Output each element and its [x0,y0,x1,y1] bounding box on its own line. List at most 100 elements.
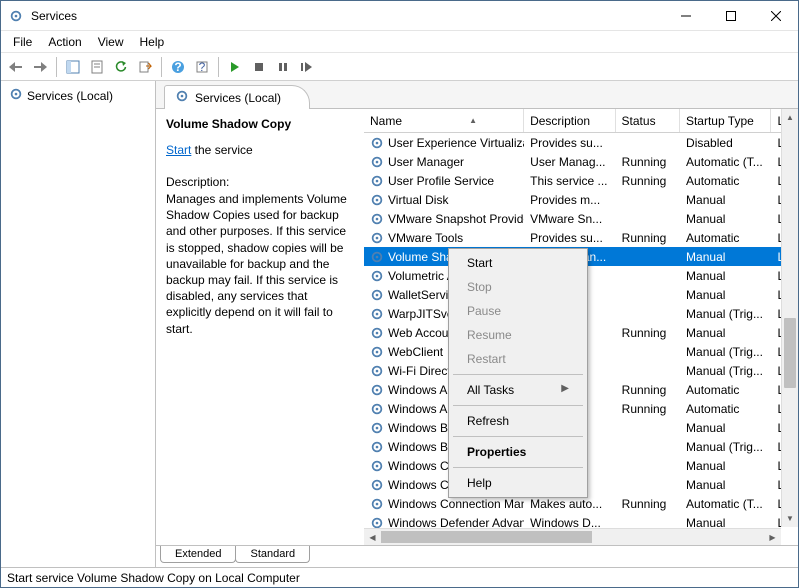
row-startup: Manual (Trig... [680,345,772,359]
row-startup: Automatic (T... [680,497,772,511]
menu-view[interactable]: View [90,33,132,51]
row-name: Virtual Disk [388,193,448,207]
properties-button[interactable] [86,56,108,78]
row-desc: Makes auto... [524,497,616,511]
restart-service-button[interactable] [296,56,318,78]
ctx-all-tasks[interactable]: All Tasks▶ [451,378,585,402]
minimize-button[interactable] [663,1,708,30]
row-desc: VMware Sn... [524,212,616,226]
row-status: Running [616,326,680,340]
row-name: VMware Tools [388,231,463,245]
row-startup: Automatic [680,231,772,245]
description-label: Description: [166,175,354,189]
content-tab-header: Services (Local) [156,81,798,109]
refresh-button[interactable] [110,56,132,78]
row-status: Running [616,174,680,188]
nav-root-item[interactable]: Services (Local) [5,85,151,106]
gear-icon [370,155,384,169]
submenu-arrow-icon: ▶ [561,383,569,394]
row-startup: Manual [680,269,772,283]
scroll-up-button[interactable]: ▲ [782,109,798,126]
svg-text:?: ? [174,60,181,74]
row-startup: Manual [680,193,772,207]
table-row[interactable]: User ManagerUser Manag...RunningAutomati… [364,152,798,171]
gear-icon [370,345,384,359]
help2-button[interactable]: ? [191,56,213,78]
titlebar: Services [1,1,798,31]
row-startup: Manual [680,421,772,435]
ctx-pause: Pause [451,299,585,323]
gear-icon [370,497,384,511]
svg-text:?: ? [199,60,206,74]
forward-button[interactable] [29,56,51,78]
gear-icon [370,212,384,226]
gear-icon [175,89,189,106]
row-startup: Manual [680,250,772,264]
table-row[interactable]: User Profile ServiceThis service ...Runn… [364,171,798,190]
column-header-description[interactable]: Description [524,109,615,132]
gear-icon [370,402,384,416]
row-desc: Provides su... [524,231,616,245]
tab-extended[interactable]: Extended [160,546,236,563]
show-hide-tree-button[interactable] [62,56,84,78]
column-header-startup[interactable]: Startup Type [680,109,771,132]
content-tab-label: Services (Local) [195,91,281,105]
gear-icon [370,231,384,245]
nav-tree: Services (Local) [1,81,156,567]
scroll-right-button[interactable]: ▶ [764,529,781,545]
row-status: Running [616,497,680,511]
scroll-thumb[interactable] [784,318,796,388]
column-header-name[interactable]: Name▲ [364,109,524,132]
scroll-thumb-h[interactable] [381,531,592,543]
menu-file[interactable]: File [5,33,40,51]
statusbar-text: Start service Volume Shadow Copy on Loca… [7,571,300,585]
table-row[interactable]: VMware ToolsProvides su...RunningAutomat… [364,228,798,247]
horizontal-scrollbar[interactable]: ◀ ▶ [364,528,781,545]
row-name: User Experience Virtualizatio... [388,136,524,150]
ctx-refresh[interactable]: Refresh [451,409,585,433]
table-row[interactable]: VMware Snapshot ProviderVMware Sn...Manu… [364,209,798,228]
gear-icon [370,421,384,435]
ctx-start[interactable]: Start [451,251,585,275]
row-startup: Automatic [680,174,772,188]
column-header-status[interactable]: Status [616,109,680,132]
help-button[interactable]: ? [167,56,189,78]
row-desc: User Manag... [524,155,616,169]
ctx-stop: Stop [451,275,585,299]
pause-service-button[interactable] [272,56,294,78]
gear-icon [9,87,23,104]
back-button[interactable] [5,56,27,78]
row-startup: Manual [680,478,772,492]
menu-action[interactable]: Action [40,33,89,51]
row-name: Windows Co [388,478,455,492]
scroll-left-button[interactable]: ◀ [364,529,381,545]
row-name: Windows Connection Mana [388,497,524,511]
row-name: WarpJITSvc [388,307,453,321]
row-desc: Provides su... [524,136,616,150]
start-service-button[interactable] [224,56,246,78]
gear-icon [370,383,384,397]
gear-icon [370,459,384,473]
vertical-scrollbar[interactable]: ▲ ▼ [781,109,798,527]
table-row[interactable]: Virtual DiskProvides m...ManualLoc [364,190,798,209]
row-startup: Manual [680,288,772,302]
row-name: User Profile Service [388,174,494,188]
ctx-help[interactable]: Help [451,471,585,495]
maximize-button[interactable] [708,1,753,30]
close-button[interactable] [753,1,798,30]
menu-help[interactable]: Help [132,33,173,51]
export-button[interactable] [134,56,156,78]
scroll-down-button[interactable]: ▼ [782,510,798,527]
gear-icon [370,326,384,340]
menubar: File Action View Help [1,31,798,53]
services-grid: Name▲ Description Status Startup Type Lo… [364,109,798,545]
ctx-properties[interactable]: Properties [451,440,585,464]
row-status: Running [616,155,680,169]
gear-icon [370,174,384,188]
stop-service-button[interactable] [248,56,270,78]
description-text: Manages and implements Volume Shadow Cop… [166,191,354,337]
gear-icon [370,307,384,321]
start-link[interactable]: Start [166,143,191,157]
tab-standard[interactable]: Standard [235,546,310,563]
table-row[interactable]: User Experience Virtualizatio...Provides… [364,133,798,152]
